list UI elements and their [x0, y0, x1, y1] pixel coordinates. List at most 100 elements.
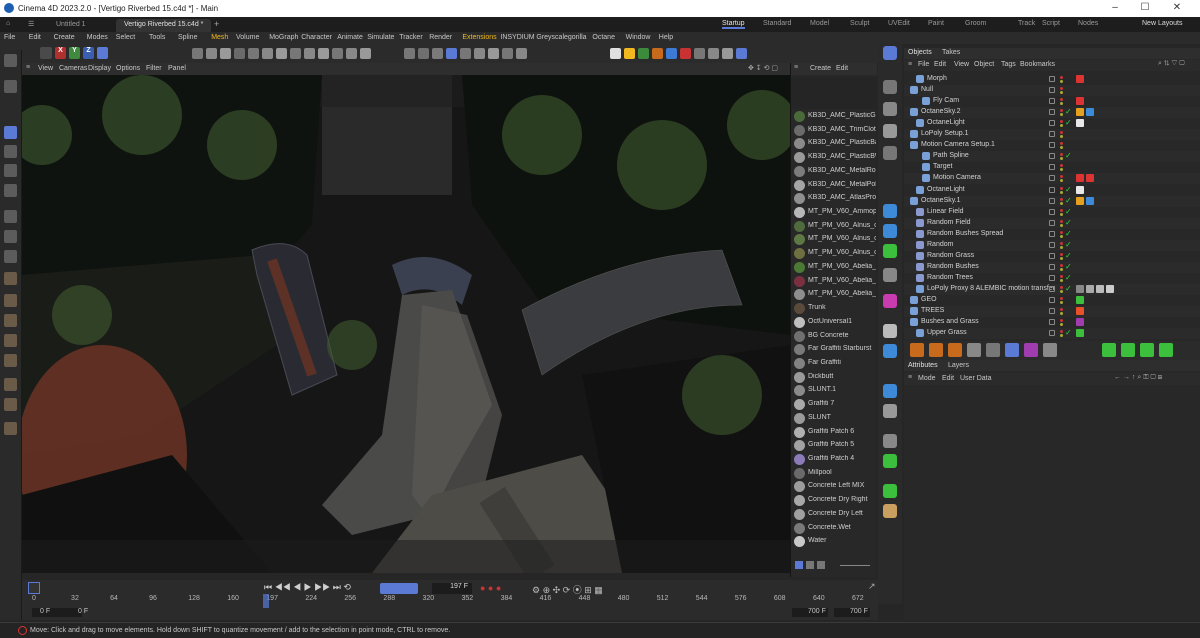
left-tool-icon[interactable]	[4, 80, 17, 93]
minimize-icon[interactable]: –	[1100, 2, 1130, 13]
toolbar-tool-icon[interactable]	[502, 48, 513, 59]
left-tool-icon[interactable]	[4, 230, 17, 243]
left-tool-icon[interactable]	[4, 398, 17, 411]
material-menu-create[interactable]: Create	[810, 65, 831, 72]
tab-objects[interactable]: Objects	[908, 49, 932, 56]
editor-dot[interactable]	[1060, 124, 1063, 128]
visibility-checkbox[interactable]	[1049, 297, 1055, 303]
visibility-checkbox[interactable]	[1049, 252, 1055, 259]
left-tool-icon[interactable]	[4, 314, 17, 327]
enabled-checkmark-icon[interactable]: ✓	[1065, 196, 1072, 205]
material-item[interactable]: MT_PM_V60_Abelia_gra	[791, 275, 877, 288]
tab-attributes[interactable]: Attributes	[908, 362, 938, 369]
enabled-checkmark-icon[interactable]: ✓	[1065, 262, 1072, 271]
menu-help[interactable]: Help	[659, 34, 673, 41]
object-tool-icon[interactable]	[1159, 343, 1173, 357]
list-view-icon[interactable]	[795, 561, 803, 569]
object-tag-icon[interactable]	[1076, 119, 1084, 128]
menu-tools[interactable]: Tools	[149, 34, 165, 41]
render-dot[interactable]	[1060, 87, 1063, 91]
transport-controls[interactable]: ⏮ ◀◀ ◀ ▶ ▶▶ ⏭ ⟲	[264, 582, 351, 593]
object-tool-icon[interactable]	[910, 343, 924, 357]
object-row[interactable]: OctaneSky.1 ✓	[904, 195, 1200, 207]
render-dot[interactable]	[1060, 308, 1063, 312]
material-item[interactable]: KB3D_AMC_TrimCloth	[791, 124, 877, 137]
render-dot[interactable]	[1060, 230, 1063, 234]
render-dot[interactable]	[1060, 131, 1063, 135]
render-dot[interactable]	[1060, 164, 1063, 168]
render-dot[interactable]	[1060, 197, 1063, 201]
left-tool-icon[interactable]	[4, 54, 17, 67]
toolbar-tool-icon[interactable]	[304, 48, 315, 59]
side-plugin-icon[interactable]	[883, 224, 897, 238]
object-row[interactable]: Morph	[904, 74, 1200, 85]
attribute-nav-icons[interactable]: ← → ↑ ⌕ ⚿ ▢ ⊞	[1114, 374, 1162, 382]
visibility-checkbox[interactable]	[1049, 208, 1055, 215]
toolbar-tool-icon[interactable]	[220, 48, 231, 59]
object-row[interactable]: Target	[904, 162, 1200, 173]
toolbar-tool-icon[interactable]	[638, 48, 649, 59]
toolbar-tool-icon[interactable]	[722, 48, 733, 59]
max-frame-field[interactable]: 700 F	[834, 608, 870, 617]
editor-dot[interactable]	[1060, 168, 1063, 172]
side-plugin-icon[interactable]	[883, 204, 897, 218]
visibility-checkbox[interactable]	[1049, 197, 1055, 204]
material-item[interactable]: KB3D_AMC_PlasticBWb	[791, 151, 877, 164]
axis-x-button[interactable]: X	[55, 47, 66, 59]
toolbar-tool-icon[interactable]	[360, 48, 371, 59]
material-item[interactable]: Concrete Dry Left	[791, 508, 877, 521]
toolbar-tool-icon[interactable]	[418, 48, 429, 59]
object-tag-icon[interactable]	[1076, 329, 1084, 338]
keyframe-mode-icon[interactable]	[28, 582, 40, 594]
object-row[interactable]: LoPoly Setup.1	[904, 129, 1200, 141]
editor-dot[interactable]	[1060, 179, 1063, 183]
object-row[interactable]: Upper Grass ✓	[904, 328, 1200, 340]
object-row[interactable]: Random Field ✓	[904, 217, 1200, 229]
menu-mograph[interactable]: MoGraph	[269, 34, 298, 41]
visibility-checkbox[interactable]	[1049, 308, 1055, 315]
attr-menu-user-data[interactable]: User Data	[960, 375, 992, 382]
toolbar-tool-icon[interactable]	[248, 48, 259, 59]
material-item[interactable]: Trunk	[791, 302, 877, 315]
enabled-checkmark-icon[interactable]: ✓	[1065, 251, 1072, 260]
toolbar-tool-icon[interactable]	[474, 48, 485, 59]
side-plugin-icon[interactable]	[883, 484, 897, 498]
toolbar-tool-icon[interactable]	[680, 48, 691, 59]
editor-dot[interactable]	[1060, 323, 1063, 327]
viewport-menu-cameras[interactable]: Cameras	[59, 65, 87, 72]
left-tool-icon[interactable]	[4, 354, 17, 367]
toolbar-tool-icon[interactable]	[708, 48, 719, 59]
object-row[interactable]: Random Bushes Spread ✓	[904, 229, 1200, 240]
object-row[interactable]: Random ✓	[904, 239, 1200, 251]
object-row[interactable]: OctaneSky.2 ✓	[904, 107, 1200, 119]
left-tool-icon[interactable]	[4, 422, 17, 435]
tab-layers[interactable]: Layers	[948, 362, 969, 369]
material-item[interactable]: Concrete Left MIX	[791, 480, 877, 493]
menu-select[interactable]: Select	[116, 34, 135, 41]
visibility-checkbox[interactable]	[1049, 263, 1055, 270]
material-menu-edit[interactable]: Edit	[836, 65, 848, 72]
material-item[interactable]: Concrete.Wet	[791, 522, 877, 535]
menu-window[interactable]: Window	[626, 34, 651, 41]
object-row[interactable]: Random Grass ✓	[904, 251, 1200, 262]
object-tag-icon[interactable]	[1106, 284, 1114, 293]
axis-y-button[interactable]: Y	[69, 47, 80, 59]
axis-z-button[interactable]: Z	[83, 47, 94, 59]
object-row[interactable]: OctaneLight ✓	[904, 185, 1200, 196]
object-menu-bookmarks[interactable]: Bookmarks	[1020, 61, 1055, 68]
render-dot[interactable]	[1060, 142, 1063, 146]
left-tool-icon[interactable]	[4, 164, 17, 177]
undo-icon[interactable]	[40, 47, 52, 59]
object-tool-icon[interactable]	[1005, 343, 1019, 357]
material-item[interactable]: MT_PM_V60_Ammophi	[791, 206, 877, 219]
material-item[interactable]: BG Concrete	[791, 330, 877, 343]
enabled-checkmark-icon[interactable]: ✓	[1065, 273, 1072, 282]
timeline-expand-icon[interactable]: ↗	[868, 581, 876, 592]
layout-tab[interactable]: Standard	[763, 20, 791, 27]
material-item[interactable]: KB3D_AMC_MetalRoug	[791, 165, 877, 178]
editor-dot[interactable]	[1060, 91, 1063, 95]
layout-tab[interactable]: Paint	[928, 20, 944, 27]
viewport-nav-icons[interactable]: ✥ ↧ ⟲ ▢	[748, 64, 778, 72]
render-dot[interactable]	[1060, 109, 1063, 113]
visibility-checkbox[interactable]	[1049, 241, 1055, 248]
